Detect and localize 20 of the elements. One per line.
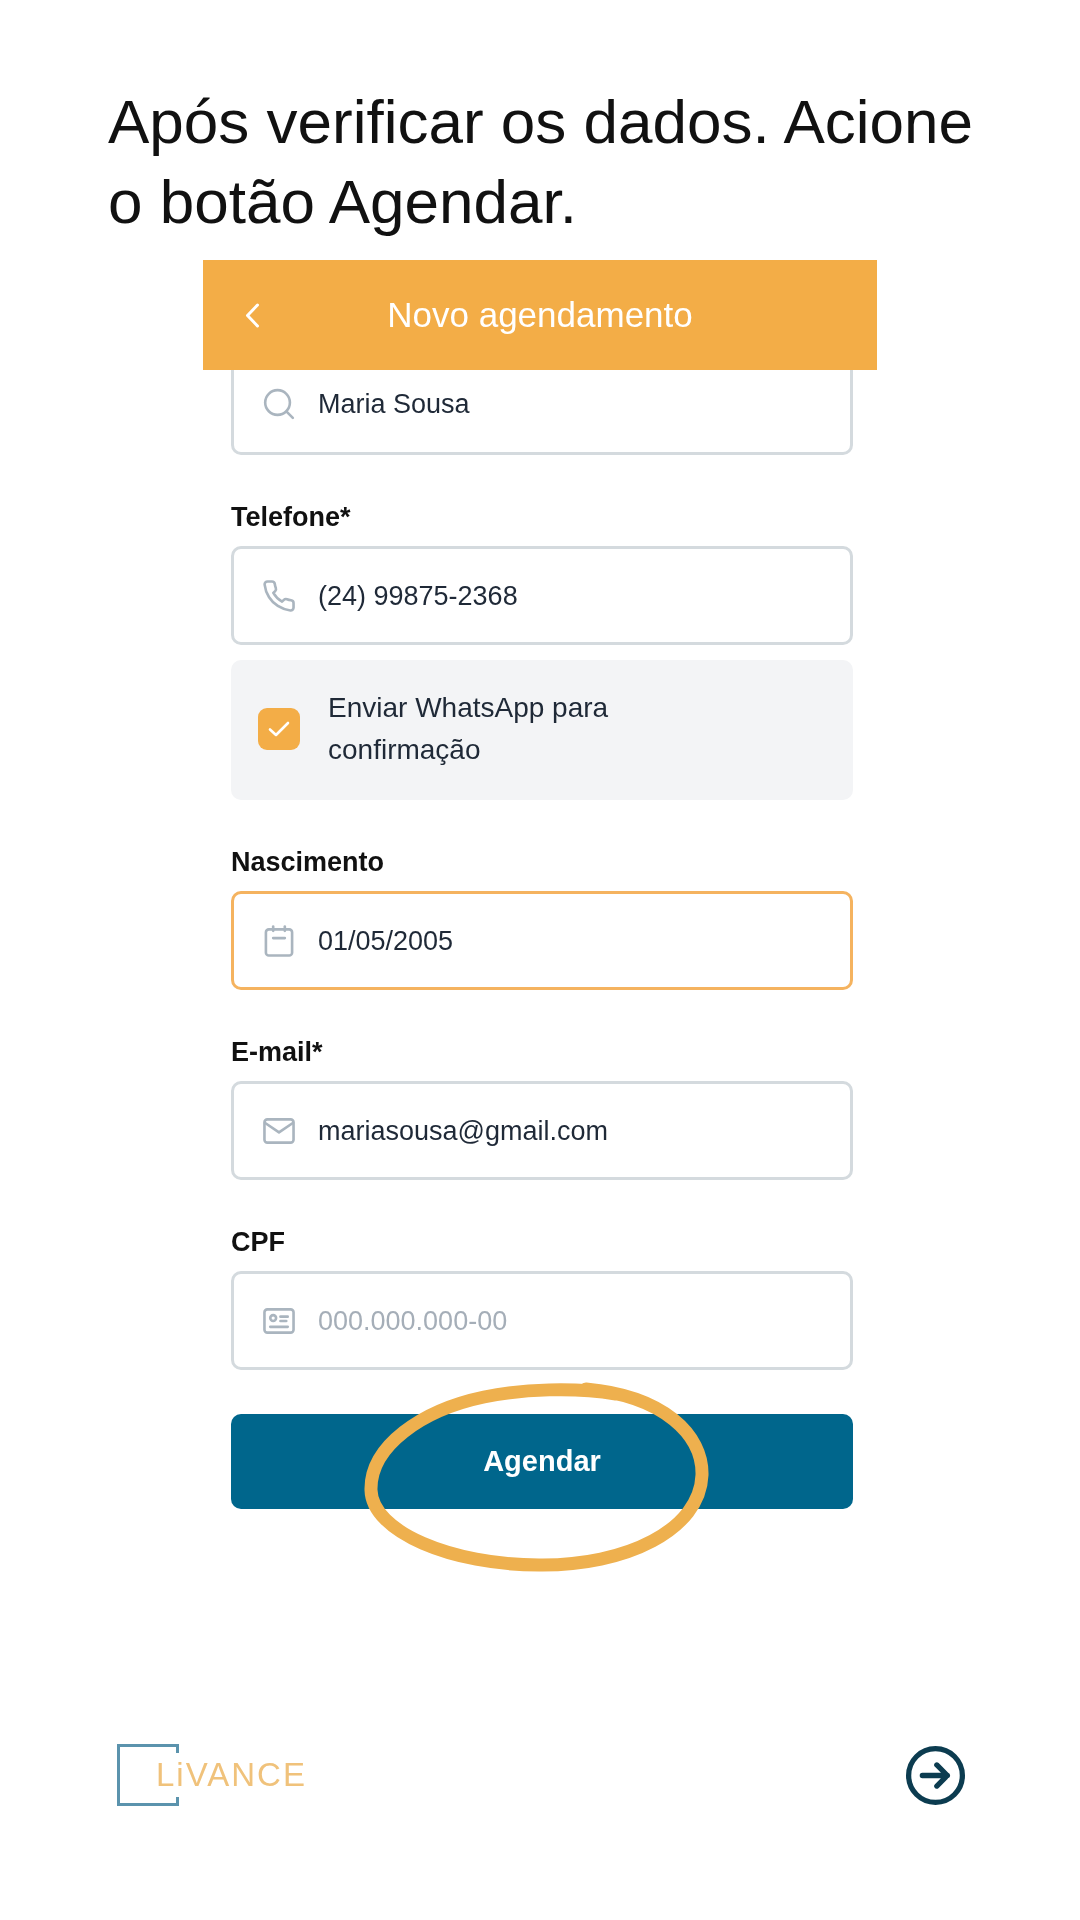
field-label: Nascimento: [231, 846, 385, 878]
field-label: E-mail*: [231, 1036, 323, 1068]
screen-title: Novo agendamento: [387, 294, 693, 336]
field-label: CPF: [231, 1226, 285, 1258]
email-field[interactable]: mariasousa@gmail.com: [231, 1081, 853, 1180]
back-icon[interactable]: [245, 302, 260, 328]
calendar-icon: [263, 924, 295, 957]
search-icon: [263, 388, 295, 420]
logo-text: LiVANCE: [156, 1755, 307, 1795]
schedule-button[interactable]: Agendar: [231, 1414, 853, 1509]
phone-icon: [263, 579, 295, 612]
field-label: Telefone*: [231, 501, 351, 533]
instruction-text: Após verificar os dados. Acione o botão Agendar.: [108, 86, 975, 238]
check-icon: [268, 721, 290, 737]
checkbox-label: Enviar WhatsApp para confirmação: [328, 691, 610, 767]
date-field[interactable]: 01/05/2005: [231, 891, 853, 990]
phone-field[interactable]: (24) 99875-2368: [231, 546, 853, 645]
arrow-right-circle-icon[interactable]: [906, 1745, 965, 1805]
search-field[interactable]: Maria Sousa: [231, 370, 853, 455]
checkbox[interactable]: [258, 708, 300, 750]
